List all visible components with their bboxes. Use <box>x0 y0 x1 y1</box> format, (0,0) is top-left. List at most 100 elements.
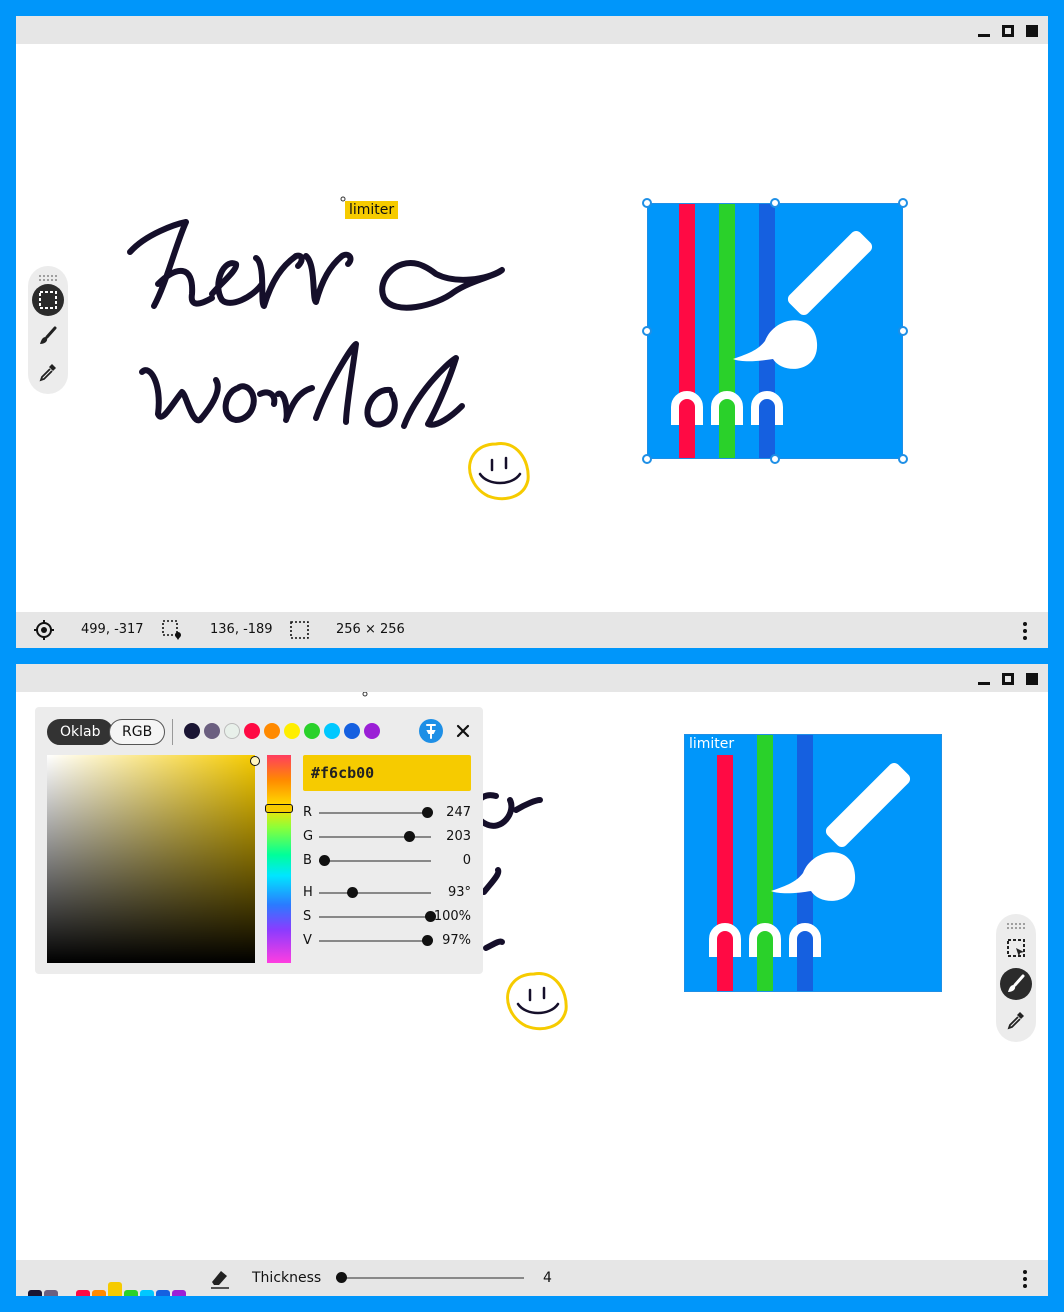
slider-label: G <box>303 829 314 844</box>
color-swatch[interactable] <box>264 723 280 739</box>
color-picker: Oklab RGB #f6cb00 R 247 G 203 B 0 H 93° S 100 <box>35 707 483 974</box>
handwriting-worlol <box>139 341 465 429</box>
hex-input[interactable]: #f6cb00 <box>303 755 471 791</box>
close-icon[interactable] <box>1026 673 1038 685</box>
palette-color-chip[interactable] <box>28 1290 42 1296</box>
slider-track[interactable] <box>319 812 431 814</box>
palette-color-chip[interactable] <box>172 1290 186 1296</box>
palette-color-chip[interactable] <box>108 1282 122 1296</box>
color-swatch[interactable] <box>224 723 240 739</box>
slider-value: 97% <box>442 933 471 948</box>
close-icon <box>456 724 470 738</box>
slider-s[interactable]: S 100% <box>303 907 473 927</box>
more-icon[interactable] <box>1022 622 1028 640</box>
eyedropper-tool-icon <box>39 364 56 382</box>
minimize-icon[interactable] <box>978 25 990 37</box>
resize-handle-s[interactable] <box>770 454 780 464</box>
slider-value: 93° <box>447 885 471 900</box>
app-icon-image[interactable] <box>642 198 908 464</box>
slider-knob[interactable] <box>403 831 415 842</box>
slider-knob[interactable] <box>319 855 330 866</box>
palette-color-chip[interactable] <box>44 1290 58 1296</box>
resize-handle-w[interactable] <box>642 326 652 336</box>
pin-button[interactable] <box>419 719 443 743</box>
slider-track[interactable] <box>319 892 431 894</box>
color-swatch[interactable] <box>284 723 300 739</box>
color-swatch[interactable] <box>244 723 260 739</box>
brush-tool[interactable] <box>1000 968 1032 1000</box>
eyedropper-tool[interactable] <box>1000 1004 1032 1036</box>
minimize-icon[interactable] <box>978 673 990 685</box>
select-tool-icon <box>39 291 57 309</box>
slider-label: S <box>303 909 312 924</box>
palette-color-chip[interactable] <box>92 1290 106 1296</box>
brush-tool-icon <box>1008 974 1025 992</box>
limiter-label: limiter <box>689 736 735 752</box>
slider-h[interactable]: H 93° <box>303 883 473 903</box>
color-swatch[interactable] <box>204 723 220 739</box>
color-swatch[interactable] <box>304 723 320 739</box>
thickness-slider[interactable] <box>336 1260 524 1296</box>
slider-g[interactable]: G 203 <box>303 827 473 847</box>
slider-label: H <box>303 885 313 900</box>
thickness-label: Thickness <box>252 1270 322 1286</box>
crosshair-icon <box>34 620 54 640</box>
resize-handle-e[interactable] <box>898 326 908 336</box>
slider-value: 0 <box>462 853 471 868</box>
slider-knob[interactable] <box>421 807 433 818</box>
selection-rect-icon <box>290 621 309 639</box>
close-icon[interactable] <box>1026 25 1038 37</box>
resize-handle-sw[interactable] <box>642 454 652 464</box>
resize-handle-ne[interactable] <box>898 198 908 208</box>
smiley-doodle <box>468 442 530 501</box>
color-swatch[interactable] <box>364 723 380 739</box>
resize-handle-se[interactable] <box>898 454 908 464</box>
sv-handle[interactable] <box>250 756 260 766</box>
saturation-value-area[interactable] <box>47 755 260 963</box>
app-window-top: limiter 499, -317 136, -189 256 × 256 <box>16 16 1048 648</box>
color-swatch[interactable] <box>324 723 340 739</box>
title-bar <box>16 16 1048 44</box>
grip-icon[interactable] <box>1006 922 1026 930</box>
palette-color-chip[interactable] <box>76 1290 90 1296</box>
palette-color-chip[interactable] <box>156 1290 170 1296</box>
selection-pin-icon <box>162 620 181 640</box>
resize-handle-n[interactable] <box>770 198 780 208</box>
slider-track[interactable] <box>319 860 431 862</box>
maximize-icon[interactable] <box>1002 673 1014 685</box>
slider-knob[interactable] <box>421 935 433 946</box>
title-bar <box>16 664 1048 692</box>
slider-label: R <box>303 805 313 820</box>
eraser-icon[interactable] <box>208 1268 232 1290</box>
maximize-icon[interactable] <box>1002 25 1014 37</box>
slider-v[interactable]: V 97% <box>303 931 473 951</box>
mode-rgb-button[interactable]: RGB <box>109 719 166 745</box>
slider-value: 203 <box>446 829 471 844</box>
eyedropper-tool[interactable] <box>32 356 64 388</box>
app-icon-image[interactable]: limiter <box>684 734 942 992</box>
palette-color-chip[interactable] <box>124 1290 138 1296</box>
color-swatch[interactable] <box>184 723 200 739</box>
grip-icon[interactable] <box>38 274 58 282</box>
color-swatch[interactable] <box>344 723 360 739</box>
slider-r[interactable]: R 247 <box>303 803 473 823</box>
bottom-toolbar: Thickness 4 <box>16 1260 1048 1296</box>
select-tool[interactable] <box>32 284 64 316</box>
brush-tool[interactable] <box>32 320 64 352</box>
more-icon[interactable] <box>1022 1270 1028 1288</box>
palette-color-chip[interactable] <box>140 1290 154 1296</box>
drawing-canvas[interactable]: limiter Oklab RGB #f6cb00 R 247 G 203 B … <box>16 692 1048 1260</box>
thickness-knob[interactable] <box>336 1272 347 1283</box>
slider-track[interactable] <box>319 940 431 942</box>
slider-track[interactable] <box>319 916 431 918</box>
close-picker-button[interactable] <box>451 719 475 743</box>
hue-slider[interactable] <box>265 755 293 963</box>
mode-oklab-button[interactable]: Oklab <box>47 719 114 745</box>
drawing-canvas[interactable]: limiter <box>16 44 1048 612</box>
resize-handle-nw[interactable] <box>642 198 652 208</box>
slider-knob[interactable] <box>346 887 358 898</box>
hue-handle[interactable] <box>265 804 293 813</box>
smiley-face <box>478 456 522 485</box>
slider-b[interactable]: B0 <box>303 851 473 871</box>
select-tool[interactable] <box>1000 932 1032 964</box>
